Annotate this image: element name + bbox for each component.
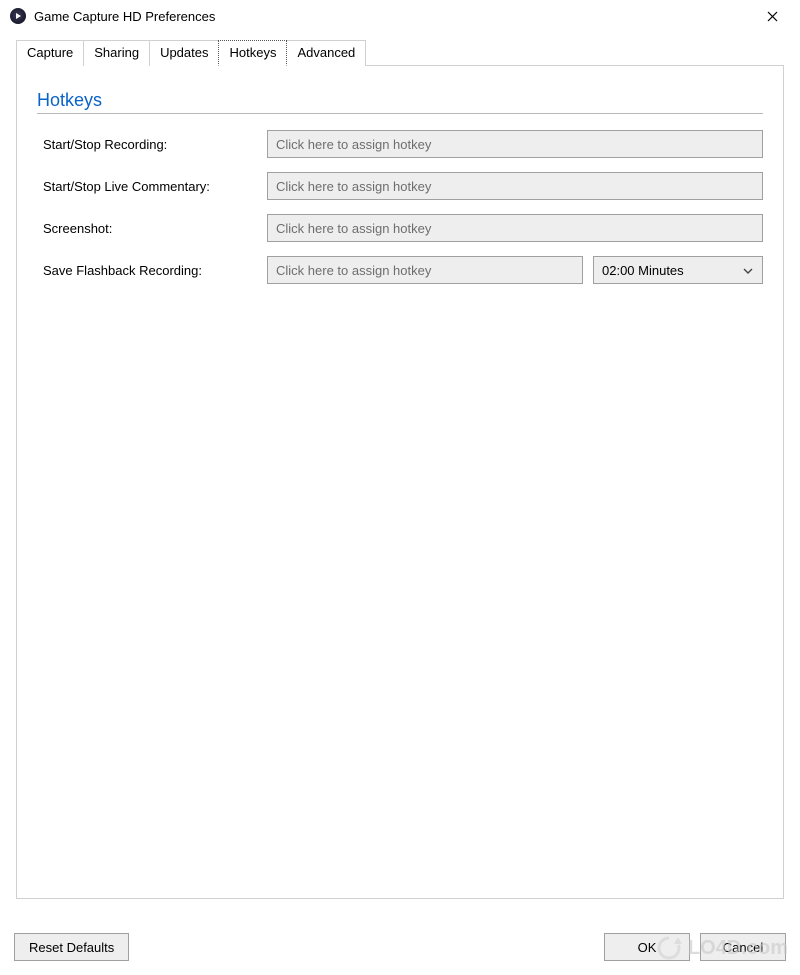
row-flashback: Save Flashback Recording: Click here to … (37, 256, 763, 284)
tab-updates[interactable]: Updates (149, 40, 219, 66)
close-button[interactable] (752, 2, 792, 30)
tab-sharing[interactable]: Sharing (83, 40, 150, 66)
select-flashback-value: 02:00 Minutes (602, 263, 684, 278)
tab-capture[interactable]: Capture (16, 40, 84, 66)
tab-advanced[interactable]: Advanced (286, 40, 366, 66)
tabstrip: Capture Sharing Updates Hotkeys Advanced (16, 40, 784, 66)
ok-button[interactable]: OK (604, 933, 690, 961)
chevron-down-icon (742, 265, 754, 280)
input-screenshot-hotkey[interactable]: Click here to assign hotkey (267, 214, 763, 242)
row-recording: Start/Stop Recording: Click here to assi… (37, 130, 763, 158)
section-title: Hotkeys (37, 90, 763, 114)
tab-hotkeys[interactable]: Hotkeys (218, 40, 287, 66)
dialog-body: Capture Sharing Updates Hotkeys Advanced… (0, 32, 800, 913)
app-icon (10, 8, 26, 24)
close-icon (767, 11, 778, 22)
reset-defaults-button[interactable]: Reset Defaults (14, 933, 129, 961)
input-commentary-hotkey[interactable]: Click here to assign hotkey (267, 172, 763, 200)
input-flashback-hotkey[interactable]: Click here to assign hotkey (267, 256, 583, 284)
input-recording-hotkey[interactable]: Click here to assign hotkey (267, 130, 763, 158)
cancel-button[interactable]: Cancel (700, 933, 786, 961)
label-flashback: Save Flashback Recording: (37, 263, 267, 278)
footer: Reset Defaults OK Cancel (14, 933, 786, 961)
row-commentary: Start/Stop Live Commentary: Click here t… (37, 172, 763, 200)
tab-panel: Hotkeys Start/Stop Recording: Click here… (16, 65, 784, 899)
label-recording: Start/Stop Recording: (37, 137, 267, 152)
label-commentary: Start/Stop Live Commentary: (37, 179, 267, 194)
label-screenshot: Screenshot: (37, 221, 267, 236)
window-title: Game Capture HD Preferences (34, 9, 752, 24)
row-screenshot: Screenshot: Click here to assign hotkey (37, 214, 763, 242)
select-flashback-duration[interactable]: 02:00 Minutes (593, 256, 763, 284)
titlebar: Game Capture HD Preferences (0, 0, 800, 32)
